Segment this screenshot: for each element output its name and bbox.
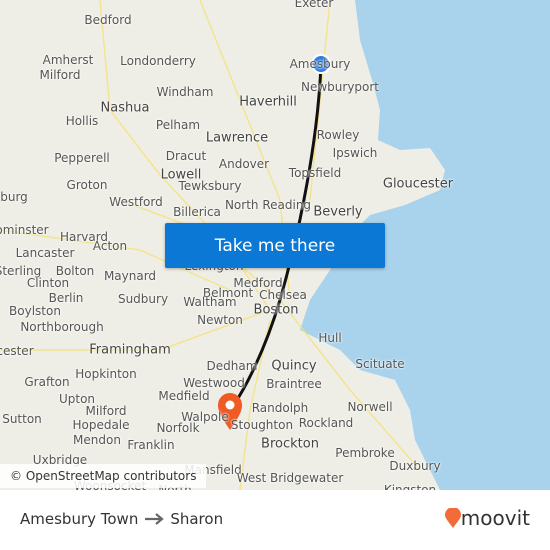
place-label: Andover [218, 157, 270, 171]
arrow-right-icon [145, 513, 165, 525]
place-label: Brockton [261, 436, 319, 452]
place-label: Dedham [206, 359, 258, 373]
take-me-there-button[interactable]: Take me there [165, 223, 385, 268]
place-label: Tewksbury [178, 179, 242, 193]
place-label: Grafton [24, 375, 70, 389]
place-label: Braintree [266, 377, 322, 391]
place-label: Rowley [316, 128, 360, 142]
place-label: Topsfield [288, 166, 342, 180]
place-label: Hopedale [72, 418, 130, 432]
place-label: Amesbury [289, 57, 351, 71]
place-label: Pembroke [335, 446, 395, 460]
place-label: Northborough [20, 320, 104, 334]
place-label: Randolph [251, 401, 309, 415]
place-label: Acton [92, 239, 128, 253]
place-label: Hull [318, 331, 342, 345]
place-label: Boylston [9, 304, 61, 318]
place-label: Rockland [298, 416, 354, 430]
place-label: Ipswich [332, 146, 378, 160]
place-label: Stoughton [230, 418, 294, 432]
place-label: Berlin [48, 291, 84, 305]
map[interactable]: Exeter Bedford Amesbury Newburyport Amherst M… [0, 0, 550, 490]
place-label: burg [0, 190, 28, 204]
place-label: Norfolk [156, 421, 200, 435]
place-label: Milford [39, 68, 81, 82]
place-label: Hollis [65, 114, 99, 128]
place-label: Newburyport [300, 80, 380, 94]
place-label: Mendon [73, 433, 121, 447]
place-label: Franklin [127, 438, 175, 452]
place-label: Sutton [2, 412, 42, 426]
place-label: Quincy [271, 358, 317, 374]
brand-name: moovit [460, 506, 530, 530]
place-label: Hopkinton [75, 367, 137, 381]
place-label: Boston [253, 302, 299, 318]
place-label: Kingston [383, 483, 437, 490]
destination-name: Sharon [170, 510, 224, 528]
place-label: Bedford [84, 13, 132, 27]
place-label: West Bridgewater [236, 471, 344, 485]
place-label: Framingham [89, 342, 171, 358]
footer: Amesbury Town Sharon moovit [0, 490, 550, 550]
moovit-logo[interactable]: moovit [444, 506, 530, 530]
place-label: Waltham [183, 295, 237, 309]
place-label: Medfield [158, 389, 210, 403]
place-label: Amherst [42, 53, 94, 67]
place-label: North Reading [224, 198, 312, 212]
place-label: Westford [109, 195, 163, 209]
place-label: Dracut [165, 149, 207, 163]
place-label: Maynard [103, 269, 157, 283]
place-label: Scituate [355, 357, 405, 371]
place-label: Clinton [26, 276, 70, 290]
place-label: Pepperell [54, 151, 110, 165]
route-summary: Amesbury Town Sharon [20, 510, 223, 528]
place-label: Beverly [313, 204, 363, 220]
place-label: Billerica [173, 205, 221, 219]
place-label: Exeter [294, 0, 334, 10]
place-label: Lancaster [15, 246, 75, 260]
place-label: Londonderry [120, 54, 196, 68]
place-label: Groton [66, 178, 108, 192]
place-label: Lawrence [205, 130, 269, 146]
place-label: Nashua [100, 100, 150, 116]
place-label: Westwood [183, 376, 245, 390]
place-label: Pelham [155, 118, 201, 132]
place-label: Norwell [347, 400, 393, 414]
place-label: Newton [197, 313, 243, 327]
place-label: cester [0, 344, 34, 358]
origin-name: Amesbury Town [20, 510, 139, 528]
place-label: Gloucester [382, 176, 454, 192]
place-label: Sudbury [117, 292, 169, 306]
map-attribution[interactable]: © OpenStreetMap contributors [0, 464, 207, 488]
moovit-pin-icon [444, 508, 461, 528]
place-label: Milford [85, 404, 127, 418]
place-label: Chelsea [259, 288, 307, 302]
place-label: Haverhill [239, 94, 297, 110]
place-label: Duxbury [389, 459, 441, 473]
place-label: Windham [156, 85, 214, 99]
place-label: ominster [0, 223, 49, 237]
